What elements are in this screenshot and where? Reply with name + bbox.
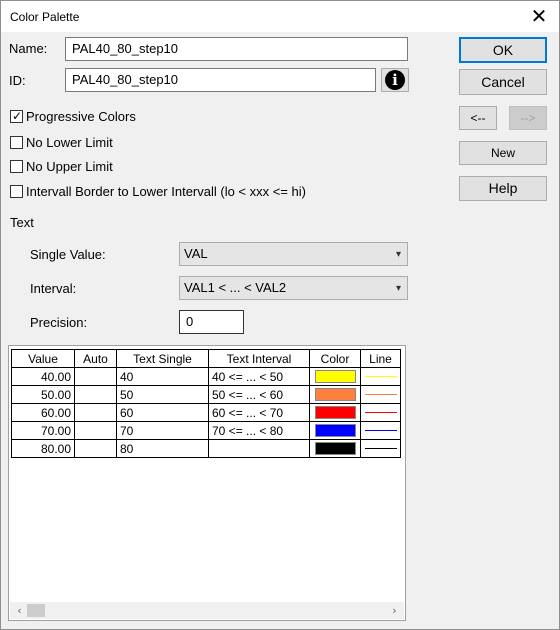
table-header-row: Value Auto Text Single Text Interval Col… xyxy=(11,349,401,368)
text-interval-cell[interactable]: 60 <= ... < 70 xyxy=(208,403,310,422)
info-icon: i xyxy=(385,70,405,90)
id-input[interactable]: PAL40_80_step10 xyxy=(65,68,376,92)
text-interval-cell[interactable]: 40 <= ... < 50 xyxy=(208,367,310,386)
table-row[interactable]: 40.00 40 40 <= ... < 50 xyxy=(11,367,401,386)
color-cell[interactable] xyxy=(309,385,361,404)
single-value-selected: VAL xyxy=(184,246,208,261)
no-lower-limit-label: No Lower Limit xyxy=(26,135,113,150)
color-swatch xyxy=(314,388,356,401)
chevron-down-icon: ▾ xyxy=(395,249,401,260)
value-cell[interactable]: 70.00 xyxy=(11,421,75,440)
info-button[interactable]: i xyxy=(381,68,409,92)
text-interval-cell[interactable]: 50 <= ... < 60 xyxy=(208,385,310,404)
dialog-title: Color Palette xyxy=(10,10,80,24)
ok-button[interactable]: OK xyxy=(459,37,547,63)
no-lower-limit-checkbox[interactable] xyxy=(10,136,23,149)
interval-label: Interval: xyxy=(30,281,77,296)
close-icon[interactable]: ✕ xyxy=(529,6,549,26)
single-value-label: Single Value: xyxy=(30,247,106,262)
column-header-color[interactable]: Color xyxy=(309,349,361,368)
text-section-heading: Text xyxy=(10,215,34,230)
auto-cell[interactable] xyxy=(74,385,117,404)
column-header-auto[interactable]: Auto xyxy=(74,349,117,368)
text-interval-cell[interactable]: 70 <= ... < 80 xyxy=(208,421,310,440)
color-cell[interactable] xyxy=(309,367,361,386)
line-cell[interactable] xyxy=(360,421,401,440)
checkmark-icon: ✓ xyxy=(12,109,23,123)
value-cell[interactable]: 40.00 xyxy=(11,367,75,386)
id-label: ID: xyxy=(9,73,26,88)
column-header-line[interactable]: Line xyxy=(360,349,401,368)
text-single-cell[interactable]: 40 xyxy=(116,367,209,386)
color-cell[interactable] xyxy=(309,439,361,458)
color-cell[interactable] xyxy=(309,421,361,440)
line-cell[interactable] xyxy=(360,439,401,458)
column-header-text-interval[interactable]: Text Interval xyxy=(208,349,310,368)
color-swatch xyxy=(314,370,356,383)
line-sample xyxy=(364,448,397,449)
previous-button[interactable]: <-- xyxy=(459,106,497,130)
new-button[interactable]: New xyxy=(459,141,547,165)
scroll-right-icon[interactable]: › xyxy=(387,603,402,618)
text-single-cell[interactable]: 80 xyxy=(116,439,209,458)
line-sample xyxy=(364,376,397,377)
auto-cell[interactable] xyxy=(74,439,117,458)
color-swatch xyxy=(314,442,356,455)
progressive-colors-label: Progressive Colors xyxy=(26,109,136,124)
auto-cell[interactable] xyxy=(74,367,117,386)
chevron-down-icon: ▾ xyxy=(395,283,401,294)
color-palette-dialog: Color Palette ✕ Name: PAL40_80_step10 ID… xyxy=(0,0,560,630)
value-cell[interactable]: 50.00 xyxy=(11,385,75,404)
precision-input[interactable]: 0 xyxy=(179,310,244,334)
auto-cell[interactable] xyxy=(74,403,117,422)
table-row[interactable]: 70.00 70 70 <= ... < 80 xyxy=(11,421,401,440)
palette-table: Value Auto Text Single Text Interval Col… xyxy=(11,349,401,458)
text-single-cell[interactable]: 50 xyxy=(116,385,209,404)
palette-grid: Value Auto Text Single Text Interval Col… xyxy=(8,345,406,621)
column-header-value[interactable]: Value xyxy=(11,349,75,368)
auto-cell[interactable] xyxy=(74,421,117,440)
scroll-left-icon[interactable]: ‹ xyxy=(12,603,27,618)
color-swatch xyxy=(314,424,356,437)
column-header-text-single[interactable]: Text Single xyxy=(116,349,209,368)
text-single-cell[interactable]: 70 xyxy=(116,421,209,440)
line-sample xyxy=(364,430,397,431)
text-interval-cell[interactable] xyxy=(208,439,310,458)
name-input[interactable]: PAL40_80_step10 xyxy=(65,37,408,61)
cancel-button[interactable]: Cancel xyxy=(459,69,547,95)
line-cell[interactable] xyxy=(360,385,401,404)
title-bar: Color Palette ✕ xyxy=(1,1,559,32)
single-value-select[interactable]: VAL ▾ xyxy=(179,242,408,266)
value-cell[interactable]: 60.00 xyxy=(11,403,75,422)
table-row[interactable]: 80.00 80 xyxy=(11,439,401,458)
scrollbar-thumb[interactable] xyxy=(27,604,45,617)
color-cell[interactable] xyxy=(309,403,361,422)
line-sample xyxy=(364,412,397,413)
table-row[interactable]: 60.00 60 60 <= ... < 70 xyxy=(11,403,401,422)
line-cell[interactable] xyxy=(360,367,401,386)
help-button[interactable]: Help xyxy=(459,176,547,201)
table-row[interactable]: 50.00 50 50 <= ... < 60 xyxy=(11,385,401,404)
progressive-colors-checkbox[interactable]: ✓ xyxy=(10,109,23,123)
next-button[interactable]: --> xyxy=(509,106,547,130)
color-swatch xyxy=(314,406,356,419)
line-sample xyxy=(364,394,397,395)
interval-select[interactable]: VAL1 < ... < VAL2 ▾ xyxy=(179,276,408,300)
name-label: Name: xyxy=(9,41,48,56)
interval-border-label: Intervall Border to Lower Intervall (lo … xyxy=(26,184,306,199)
line-cell[interactable] xyxy=(360,403,401,422)
precision-label: Precision: xyxy=(30,315,88,330)
value-cell[interactable]: 80.00 xyxy=(11,439,75,458)
interval-border-checkbox[interactable] xyxy=(10,185,23,198)
no-upper-limit-label: No Upper Limit xyxy=(26,159,113,174)
interval-selected: VAL1 < ... < VAL2 xyxy=(184,280,287,295)
no-upper-limit-checkbox[interactable] xyxy=(10,160,23,173)
text-single-cell[interactable]: 60 xyxy=(116,403,209,422)
horizontal-scrollbar[interactable]: ‹ › xyxy=(10,602,404,619)
